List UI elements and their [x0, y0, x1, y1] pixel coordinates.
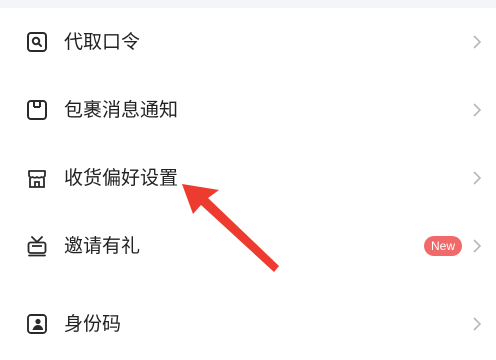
- chevron-right-icon: [470, 314, 484, 334]
- chevron-right-icon: [470, 236, 484, 256]
- chevron-right-icon: [470, 168, 484, 188]
- store-icon: [25, 166, 49, 190]
- menu-item-label: 代取口令: [64, 31, 141, 53]
- id-portrait-icon: [25, 312, 49, 336]
- top-divider-strip: [0, 0, 496, 8]
- menu-item-pickup-code[interactable]: 代取口令: [0, 14, 496, 70]
- search-code-icon: [25, 30, 49, 54]
- menu-item-label: 收货偏好设置: [64, 167, 179, 189]
- menu-item-delivery-preferences[interactable]: 收货偏好设置: [0, 150, 496, 206]
- chevron-right-icon: [470, 32, 484, 52]
- package-icon: [25, 98, 49, 122]
- menu-item-invite-rewards[interactable]: 邀请有礼 New: [0, 218, 496, 274]
- menu-item-label: 邀请有礼: [64, 235, 141, 257]
- chevron-right-icon: [470, 100, 484, 120]
- menu-item-label: 包裹消息通知: [64, 99, 179, 121]
- menu-item-package-notifications[interactable]: 包裹消息通知: [0, 82, 496, 138]
- menu-item-label: 身份码: [64, 313, 122, 335]
- gift-tv-icon: [25, 234, 49, 258]
- new-badge: New: [423, 236, 462, 256]
- menu-item-identity-code[interactable]: 身份码: [0, 296, 496, 352]
